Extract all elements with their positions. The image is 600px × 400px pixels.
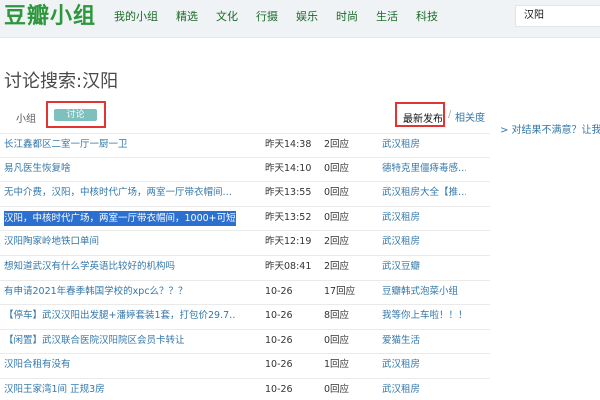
result-title-link[interactable]: 长江鑫都区二室一厅一厨一卫 [4, 134, 236, 156]
search-input[interactable] [524, 8, 599, 19]
result-group-link[interactable]: 武汉租房 [382, 207, 466, 229]
table-row: 有申请2021年春季韩国学校的xpc么？？？ 10-26 17回应 豆瓣韩式泡菜… [0, 281, 490, 306]
result-replies: 0回应 [324, 187, 350, 199]
table-row: 易凡医生恢复啥 昨天14:10 0回应 德特克里僵痔毒感… [0, 158, 490, 183]
result-title-link[interactable]: 汉阳陶家岭地铁口单间 [4, 231, 236, 253]
result-replies: 0回应 [324, 383, 350, 395]
result-replies: 2回应 [324, 260, 350, 272]
discussion-tab-highlight: 讨论 [46, 101, 106, 128]
result-group-link[interactable]: 爱猫生活 [382, 330, 466, 352]
table-row: 汉阳王家湾1间 正规3房 10-26 0回应 武汉租房 [0, 379, 490, 400]
result-time: 昨天13:55 [265, 187, 312, 199]
tab-discussion[interactable]: 讨论 [54, 109, 97, 121]
result-replies: 0回应 [324, 211, 350, 223]
result-group-link[interactable]: 我等你上车啦！！！ [382, 305, 466, 327]
nav-item-entertainment[interactable]: 娱乐 [296, 10, 318, 24]
search-box [515, 5, 600, 27]
main-nav: 我的小组 精选 文化 行摄 娱乐 时尚 生活 科技 [114, 10, 456, 24]
filter-tabs: 小组 讨论 最新发布 / 相关度 [0, 100, 490, 130]
result-group-link[interactable]: 豆瓣韩式泡菜小组 [382, 281, 466, 303]
result-time: 昨天14:38 [265, 139, 312, 150]
result-group-link[interactable]: 武汉租房 [382, 231, 466, 253]
nav-item-travel-photo[interactable]: 行摄 [256, 10, 278, 24]
nav-item-tech[interactable]: 科技 [416, 10, 438, 24]
result-group-link[interactable]: 武汉租房 [382, 134, 466, 156]
result-group-link[interactable]: 武汉豆瓣 [382, 256, 466, 278]
nav-item-my-groups[interactable]: 我的小组 [114, 10, 158, 24]
result-time: 昨天08:41 [265, 260, 312, 272]
sort-separator: / [448, 109, 452, 120]
sort-latest-link[interactable]: 最新发布 [403, 110, 443, 125]
table-row: 无中介费，汉阳，中核时代广场，两室一厅带衣帽间… 昨天13:55 0回应 武汉租… [0, 182, 490, 207]
result-title-link[interactable]: 易凡医生恢复啥 [4, 158, 236, 180]
page-title: 讨论搜索:汉阳 [4, 71, 119, 92]
result-title-link[interactable]: 有申请2021年春季韩国学校的xpc么？？？ [4, 281, 236, 303]
nav-item-life[interactable]: 生活 [376, 10, 398, 24]
result-replies: 0回应 [324, 334, 350, 346]
result-group-link[interactable]: 武汉租房 [382, 354, 466, 376]
result-title-link[interactable]: 想知道武汉有什么学英语比较好的机构吗 [4, 256, 236, 278]
result-title-link[interactable]: 汉阳，中核时代广场，两室一厅带衣帽间，1000+可短… [4, 210, 236, 226]
result-time: 昨天13:52 [265, 211, 312, 223]
nav-item-fashion[interactable]: 时尚 [336, 10, 358, 24]
result-time: 10-26 [265, 383, 293, 395]
result-time: 昨天14:10 [265, 162, 312, 174]
result-title-link[interactable]: 汉阳王家湾1间 正规3房 [4, 379, 236, 400]
result-time: 10-26 [265, 310, 293, 322]
result-time: 昨天12:19 [265, 236, 312, 248]
result-time: 10-26 [265, 359, 293, 371]
result-time: 10-26 [265, 334, 293, 346]
result-replies: 0回应 [324, 162, 350, 174]
feedback-link[interactable]: > 对结果不满意？让我们 [500, 121, 600, 136]
result-replies: 2回应 [324, 236, 350, 248]
results-table: 长江鑫都区二室一厅一厨一卫 昨天14:38 2回应 武汉租房 易凡医生恢复啥 昨… [0, 133, 490, 400]
table-row: 【闲置】武汉联合医院汉阳院区会员卡转让 10-26 0回应 爱猫生活 [0, 330, 490, 355]
table-row: 【停车】武汉汉阳出发腿+潘婷套装1套，打包价29.7… 10-26 8回应 我等… [0, 305, 490, 330]
nav-item-culture[interactable]: 文化 [216, 10, 238, 24]
result-title-link[interactable]: 【停车】武汉汉阳出发腿+潘婷套装1套，打包价29.7… [4, 305, 236, 327]
sort-relevance-link[interactable]: 相关度 [455, 109, 485, 124]
site-logo[interactable]: 豆瓣小组 [4, 3, 96, 31]
table-row: 长江鑫都区二室一厅一厨一卫 昨天14:38 2回应 武汉租房 [0, 133, 490, 158]
tab-group[interactable]: 小组 [16, 110, 36, 125]
table-row: 汉阳，中核时代广场，两室一厅带衣帽间，1000+可短… 昨天13:52 0回应 … [0, 207, 490, 232]
result-time: 10-26 [265, 285, 293, 297]
table-row: 汉阳陶家岭地铁口单间 昨天12:19 2回应 武汉租房 [0, 231, 490, 256]
nav-item-featured[interactable]: 精选 [176, 10, 198, 24]
sort-latest-highlight: 最新发布 [395, 102, 445, 127]
result-group-link[interactable]: 德特克里僵痔毒感… [382, 158, 466, 180]
result-title-link[interactable]: 无中介费，汉阳，中核时代广场，两室一厅带衣帽间… [4, 182, 236, 204]
result-replies: 8回应 [324, 310, 350, 322]
table-row: 汉阳合租有没有 10-26 1回应 武汉租房 [0, 354, 490, 379]
result-group-link[interactable]: 武汉租房大全【推… [382, 182, 466, 204]
result-replies: 1回应 [324, 359, 350, 371]
result-replies: 2回应 [324, 139, 350, 150]
result-title-link[interactable]: 汉阳合租有没有 [4, 354, 236, 376]
result-group-link[interactable]: 武汉租房 [382, 379, 466, 400]
result-replies: 17回应 [324, 285, 356, 297]
table-row: 想知道武汉有什么学英语比较好的机构吗 昨天08:41 2回应 武汉豆瓣 [0, 256, 490, 281]
result-title-link[interactable]: 【闲置】武汉联合医院汉阳院区会员卡转让 [4, 330, 236, 352]
top-nav-bar: 豆瓣小组 我的小组 精选 文化 行摄 娱乐 时尚 生活 科技 [0, 0, 600, 38]
